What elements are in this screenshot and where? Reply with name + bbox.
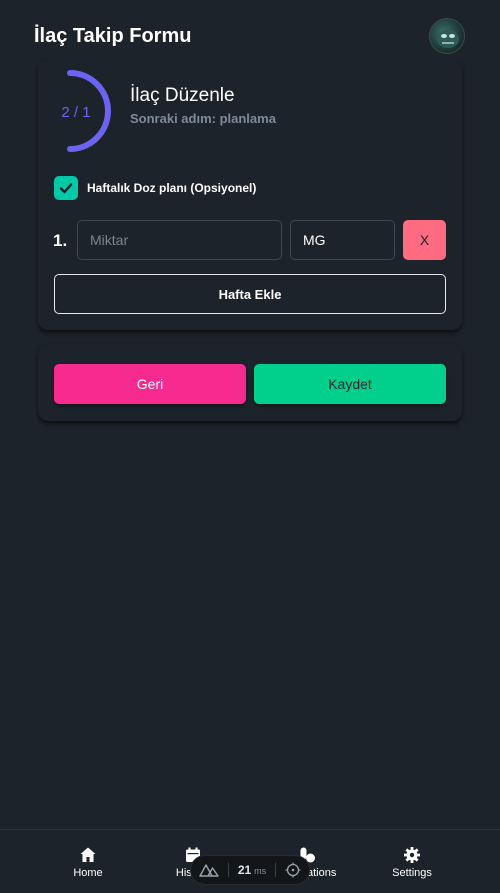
home-icon <box>80 847 96 862</box>
weekly-plan-label: Haftalık Doz planı (Opsiyonel) <box>87 181 257 195</box>
unit-select-value: MG <box>303 232 326 248</box>
page-title: İlaç Takip Formu <box>34 25 192 47</box>
devtools-separator <box>275 863 277 877</box>
render-time: 21 ms <box>237 863 267 877</box>
nav-item-settings[interactable]: Settings <box>367 846 457 879</box>
save-button[interactable]: Kaydet <box>254 364 446 404</box>
unit-select[interactable]: MG <box>290 220 395 260</box>
form-actions-card: Geri Kaydet <box>38 345 462 421</box>
check-icon <box>59 183 73 194</box>
step-progress-text: 2 / 1 <box>61 104 91 121</box>
add-week-button[interactable]: Hafta Ekle <box>54 274 446 314</box>
nav-item-home[interactable]: Home <box>43 846 133 879</box>
nav-label-settings: Settings <box>392 867 432 879</box>
gear-icon <box>404 847 420 863</box>
devtools-pill[interactable]: 21 ms <box>190 855 310 885</box>
crosshair-icon[interactable] <box>285 862 301 878</box>
devtools-separator <box>227 863 229 877</box>
step-title: İlaç Düzenle <box>130 85 235 106</box>
dose-row-index: 1. <box>53 231 68 250</box>
nav-label-home: Home <box>73 867 103 879</box>
step-progress-ring: 2 / 1 <box>54 70 128 154</box>
back-button[interactable]: Geri <box>54 364 246 404</box>
step-subtitle: Sonraki adım: planlama <box>130 111 276 126</box>
avatar[interactable] <box>429 18 465 54</box>
medication-form-card: 2 / 1 İlaç Düzenle Sonraki adım: planlam… <box>38 60 462 330</box>
amount-input[interactable] <box>77 220 282 260</box>
remove-row-button[interactable]: X <box>403 220 446 260</box>
weekly-plan-checkbox[interactable] <box>54 176 78 200</box>
nuxt-icon <box>199 864 219 877</box>
